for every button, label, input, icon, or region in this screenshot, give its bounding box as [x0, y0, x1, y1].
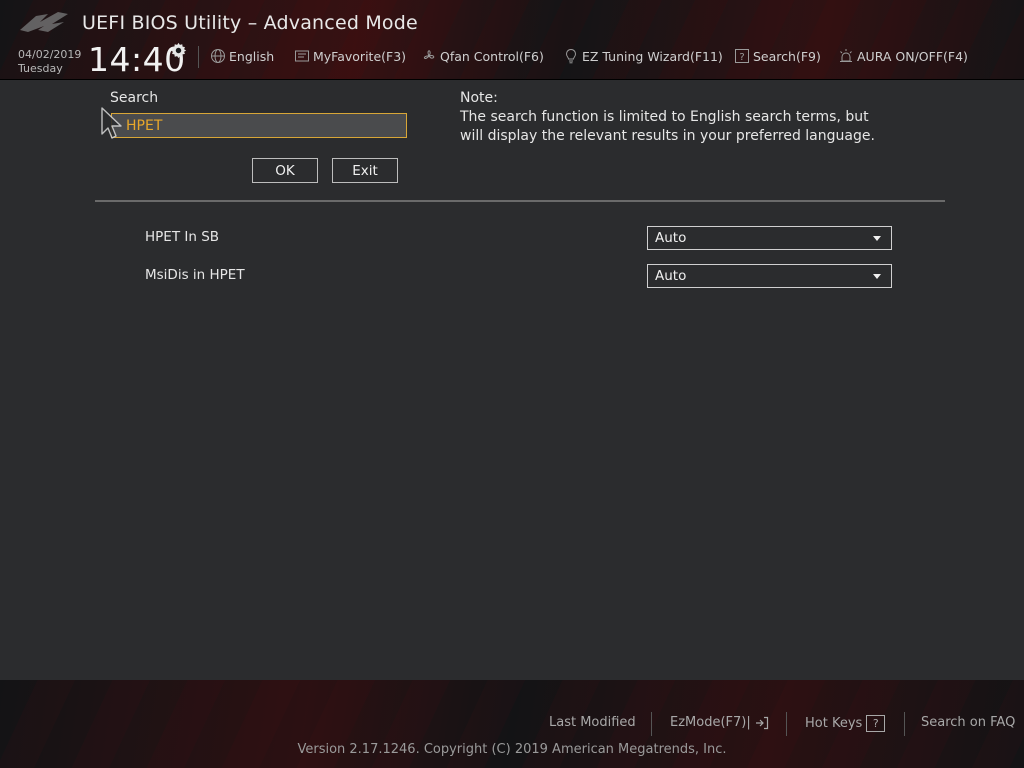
chevron-down-icon	[873, 236, 881, 241]
ezmode-button[interactable]: EzMode(F7)|	[670, 715, 769, 730]
msidis-in-hpet-select[interactable]: Auto	[647, 264, 892, 288]
aura-toggle-label: AURA ON/OFF(F4)	[857, 48, 968, 64]
question-icon: ?	[866, 715, 886, 732]
qfan-control-button[interactable]: Qfan Control(F6)	[421, 47, 544, 65]
hot-keys-button[interactable]: Hot Keys ?	[805, 715, 886, 732]
toolbar-separator	[198, 46, 199, 68]
section-divider	[95, 200, 945, 202]
hot-keys-label: Hot Keys	[805, 716, 863, 731]
select-value: Auto	[655, 268, 687, 284]
footer-separator	[651, 712, 652, 736]
ez-tuning-wizard-button[interactable]: EZ Tuning Wizard(F11)	[563, 47, 723, 65]
language-button[interactable]: English	[210, 47, 274, 65]
search-input[interactable]	[111, 113, 407, 138]
svg-text:?: ?	[739, 52, 744, 63]
rog-logo-icon	[20, 12, 68, 32]
qfan-control-label: Qfan Control(F6)	[440, 48, 544, 64]
top-bar: UEFI BIOS Utility – Advanced Mode 04/02/…	[0, 0, 1024, 80]
ok-button[interactable]: OK	[252, 158, 318, 183]
hpet-in-sb-select[interactable]: Auto	[647, 226, 892, 250]
ez-tuning-wizard-label: EZ Tuning Wizard(F11)	[582, 48, 723, 64]
language-label: English	[229, 48, 275, 64]
aura-toggle-button[interactable]: AURA ON/OFF(F4)	[838, 47, 968, 65]
gear-icon[interactable]	[170, 42, 187, 59]
search-faq-label: Search on FAQ	[921, 715, 1016, 730]
note-text-line-1: The search function is limited to Englis…	[460, 109, 869, 125]
note-title: Note:	[460, 90, 498, 106]
chevron-down-icon	[873, 274, 881, 279]
search-faq-button[interactable]: Search on FAQ	[921, 715, 1015, 730]
lightbulb-icon	[565, 48, 577, 64]
footer-separator	[904, 712, 905, 736]
select-value: Auto	[655, 230, 687, 246]
question-icon: ?	[735, 49, 749, 63]
globe-icon	[211, 49, 225, 63]
fan-icon	[423, 50, 435, 59]
myfavorite-label: MyFavorite(F3)	[313, 48, 407, 64]
search-field-label: Search	[110, 90, 159, 106]
search-button[interactable]: ? Search(F9)	[734, 47, 821, 65]
note-text-line-2: will display the relevant results in you…	[460, 128, 875, 144]
favorite-icon	[295, 50, 309, 62]
search-label: Search(F9)	[753, 48, 821, 64]
day-display: Tuesday	[18, 62, 63, 75]
app-title: UEFI BIOS Utility – Advanced Mode	[82, 12, 418, 34]
exit-arrow-icon	[755, 716, 768, 729]
aura-icon	[840, 49, 852, 62]
ezmode-label: EzMode(F7)|	[670, 715, 751, 730]
setting-label-hpet-in-sb[interactable]: HPET In SB	[145, 229, 219, 245]
date-display: 04/02/2019	[18, 48, 82, 61]
exit-button[interactable]: Exit	[332, 158, 398, 183]
myfavorite-button[interactable]: MyFavorite(F3)	[294, 47, 406, 65]
last-modified-label: Last Modified	[549, 715, 636, 730]
copyright-text: Version 2.17.1246. Copyright (C) 2019 Am…	[297, 742, 727, 757]
footer-separator	[786, 712, 787, 736]
setting-label-msidis-in-hpet[interactable]: MsiDis in HPET	[145, 267, 245, 283]
last-modified-button[interactable]: Last Modified	[549, 715, 636, 730]
